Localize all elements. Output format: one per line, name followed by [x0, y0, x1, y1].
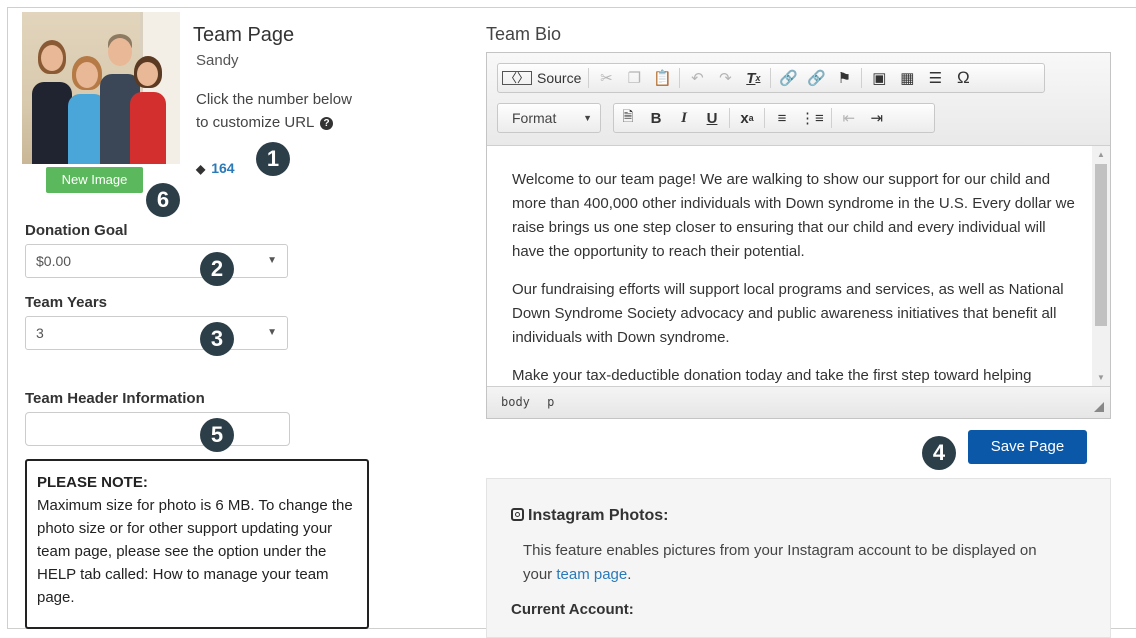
bio-paragraph: Make your tax-deductible donation today …: [512, 367, 1032, 384]
team-url-link[interactable]: ◆ 164: [196, 160, 235, 176]
bulleted-list-icon[interactable]: ⋮≡: [796, 104, 828, 132]
path-p[interactable]: p: [547, 395, 554, 409]
source-button[interactable]: 〈〉 Source: [498, 64, 585, 92]
team-header-input[interactable]: [25, 412, 290, 446]
toolbar-row-1: 〈〉 Source ✂ ❐ 📋 ↶ ↷ Tx 🔗 🔗 ⚑ ▣ ▦ ☰ Ω: [497, 63, 1045, 93]
redo-icon[interactable]: ↷: [711, 64, 739, 92]
table-icon[interactable]: ▦: [893, 64, 921, 92]
paste-icon[interactable]: 📋: [648, 64, 676, 92]
team-page-link[interactable]: team page: [556, 566, 627, 583]
decrease-indent-icon[interactable]: ⇤: [835, 104, 863, 132]
save-page-button[interactable]: Save Page: [968, 430, 1087, 464]
instagram-description: This feature enables pictures from your …: [523, 539, 1043, 587]
donation-goal-value: $0.00: [36, 253, 72, 269]
scroll-down-icon[interactable]: ▼: [1092, 373, 1110, 382]
callout-badge-1: 1: [256, 142, 290, 176]
editor-toolbar: 〈〉 Source ✂ ❐ 📋 ↶ ↷ Tx 🔗 🔗 ⚑ ▣ ▦ ☰ Ω Form…: [487, 53, 1110, 146]
callout-badge-5: 5: [200, 418, 234, 452]
link-icon[interactable]: 🔗: [774, 64, 802, 92]
help-icon[interactable]: ?: [320, 117, 333, 130]
instagram-title-text: Instagram Photos:: [528, 507, 669, 524]
team-header-label: Team Header Information: [25, 390, 205, 407]
team-url-number[interactable]: 164: [211, 160, 234, 176]
chevron-down-icon: ▼: [583, 113, 592, 123]
format-dropdown[interactable]: Format ▼: [497, 103, 601, 133]
document-icon[interactable]: 🗎: [614, 104, 642, 132]
copy-icon[interactable]: ❐: [620, 64, 648, 92]
image-icon[interactable]: ▣: [865, 64, 893, 92]
numbered-list-icon[interactable]: ≡: [768, 104, 796, 132]
donation-goal-label: Donation Goal: [25, 222, 128, 239]
note-heading: PLEASE NOTE:: [37, 474, 148, 491]
editor-scrollbar[interactable]: ▲ ▼: [1092, 146, 1110, 386]
bio-paragraph: Welcome to our team page! We are walking…: [512, 171, 1075, 260]
photo-note-box: PLEASE NOTE: Maximum size for photo is 6…: [25, 459, 369, 629]
donation-goal-select[interactable]: $0.00 ▼: [25, 244, 288, 278]
new-image-button[interactable]: New Image: [46, 167, 143, 193]
current-account-label: Current Account:: [511, 601, 634, 618]
cut-icon[interactable]: ✂: [592, 64, 620, 92]
callout-badge-4: 4: [922, 436, 956, 470]
team-captain-name: Sandy: [196, 52, 239, 69]
instagram-panel: Instagram Photos: This feature enables p…: [486, 478, 1111, 638]
source-label: Source: [537, 70, 582, 86]
chevron-down-icon: ▼: [267, 255, 277, 266]
toolbar-row-2: 🗎 B I U xa ≡ ⋮≡ ⇤ ⇥: [613, 103, 935, 133]
remove-format-icon[interactable]: Tx: [739, 64, 767, 92]
resize-handle-icon[interactable]: [1094, 402, 1104, 412]
url-hint: Click the number below to customize URL …: [196, 88, 356, 134]
editor-content-area[interactable]: Welcome to our team page! We are walking…: [487, 146, 1092, 386]
undo-icon[interactable]: ↶: [683, 64, 711, 92]
callout-badge-6: 6: [146, 183, 180, 217]
special-character-icon[interactable]: Ω: [949, 64, 977, 92]
team-years-label: Team Years: [25, 294, 108, 311]
italic-icon[interactable]: I: [670, 104, 698, 132]
team-years-value: 3: [36, 325, 44, 341]
underline-icon[interactable]: U: [698, 104, 726, 132]
bio-paragraph: Our fundraising efforts will support loc…: [512, 281, 1064, 346]
format-label: Format: [512, 110, 557, 126]
tag-icon: ◆: [196, 162, 206, 176]
superscript-icon[interactable]: xa: [733, 104, 761, 132]
team-bio-label: Team Bio: [486, 24, 562, 44]
horizontal-rule-icon[interactable]: ☰: [921, 64, 949, 92]
anchor-flag-icon[interactable]: ⚑: [830, 64, 858, 92]
team-photo: [22, 12, 180, 164]
callout-badge-2: 2: [200, 252, 234, 286]
unlink-icon[interactable]: 🔗: [802, 64, 830, 92]
source-icon: 〈〉: [502, 71, 533, 85]
team-years-select[interactable]: 3 ▼: [25, 316, 288, 350]
note-body: Maximum size for photo is 6 MB. To chang…: [37, 497, 353, 606]
rich-text-editor: 〈〉 Source ✂ ❐ 📋 ↶ ↷ Tx 🔗 🔗 ⚑ ▣ ▦ ☰ Ω Form…: [486, 52, 1111, 419]
instagram-desc-after: .: [627, 566, 632, 583]
instagram-title: Instagram Photos:: [511, 507, 668, 525]
team-page-title: Team Page: [193, 24, 295, 46]
increase-indent-icon[interactable]: ⇥: [863, 104, 891, 132]
callout-badge-3: 3: [200, 322, 234, 356]
element-path-bar: body p: [487, 386, 1110, 418]
chevron-down-icon: ▼: [267, 327, 277, 338]
path-body[interactable]: body: [501, 395, 530, 409]
bold-icon[interactable]: B: [642, 104, 670, 132]
scroll-up-icon[interactable]: ▲: [1092, 150, 1110, 159]
instagram-icon: [511, 508, 524, 521]
scrollbar-thumb[interactable]: [1095, 164, 1107, 326]
